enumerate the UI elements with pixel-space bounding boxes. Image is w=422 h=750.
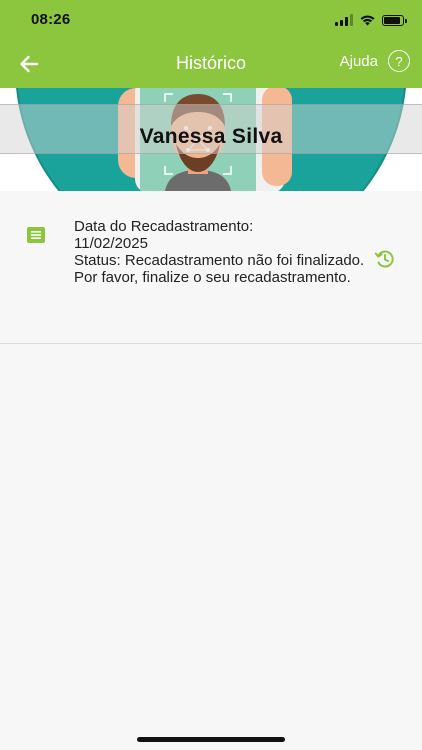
wifi-icon — [360, 15, 375, 26]
user-name: Vanessa Silva — [139, 125, 283, 148]
status-bar: 08:26 — [0, 0, 422, 40]
battery-icon — [382, 14, 407, 26]
home-indicator — [137, 737, 285, 742]
record-date-label: Data do Recadastramento: — [74, 218, 254, 235]
navigation-bar: Histórico Ajuda ? — [0, 40, 422, 88]
profile-banner: Vanessa Silva — [0, 88, 422, 191]
history-icon[interactable] — [374, 248, 396, 270]
help-button[interactable]: Ajuda ? — [340, 50, 410, 72]
signal-icon — [335, 14, 353, 26]
question-mark-glyph: ? — [395, 53, 403, 69]
back-button[interactable] — [16, 52, 42, 76]
question-circle-icon: ? — [388, 50, 410, 72]
record-status: Status: Recadastramento não foi finaliza… — [74, 252, 365, 286]
document-icon — [27, 227, 45, 243]
record-text: Data do Recadastramento: 11/02/2025 Stat… — [74, 218, 374, 286]
arrow-left-icon — [20, 55, 39, 73]
help-label: Ajuda — [339, 52, 378, 70]
history-record[interactable]: Data do Recadastramento: 11/02/2025 Stat… — [0, 191, 422, 344]
record-date-value: 11/02/2025 — [74, 235, 148, 252]
status-time: 08:26 — [31, 11, 71, 28]
status-icons — [335, 12, 407, 28]
